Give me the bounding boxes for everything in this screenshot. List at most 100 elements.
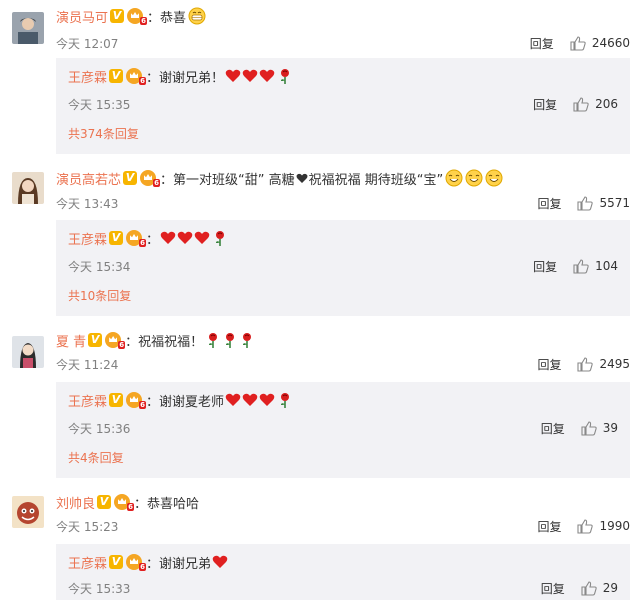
- heart-emoji-icon: [212, 555, 228, 568]
- thumbs-up-icon: [581, 420, 597, 436]
- comment-text: ：恭喜哈哈: [134, 496, 200, 512]
- heart-emoji-icon: [242, 393, 258, 406]
- reply-button[interactable]: 回复: [537, 356, 561, 373]
- comment-text-cont: 祝福祝福 期待班级“宝”: [308, 172, 444, 188]
- comment-item: 演员马可 V 6 ：恭喜 今天 12:07 回复 24660: [0, 2, 640, 55]
- like-count: 5571: [599, 196, 630, 210]
- rose-emoji-icon: [281, 393, 290, 408]
- like-button[interactable]: 24660: [570, 35, 630, 51]
- vip-crown-icon: 6: [114, 494, 135, 511]
- avatar[interactable]: [12, 12, 44, 44]
- thumbs-up-icon: [577, 356, 594, 372]
- username[interactable]: 王彦霖: [68, 553, 107, 572]
- reply-button[interactable]: 回复: [537, 195, 561, 212]
- heart-emoji-icon: [296, 173, 308, 183]
- rose-emoji-icon: [209, 333, 218, 348]
- comment-text: ：祝福祝福！: [125, 334, 204, 350]
- verified-v-icon: V: [109, 393, 124, 407]
- verified-v-icon: V: [109, 555, 124, 569]
- avatar[interactable]: [12, 172, 44, 204]
- reply-item: 王彦霖 V 6 ： 今天 15:34 回复 104: [56, 220, 630, 278]
- like-button[interactable]: 29: [581, 580, 618, 596]
- reply-time: 今天 15:36: [68, 421, 131, 436]
- comment-time: 今天 13:43: [56, 196, 119, 211]
- vip-crown-icon: 6: [126, 392, 147, 409]
- comment-time: 今天 11:24: [56, 357, 119, 372]
- rose-emoji-icon: [226, 333, 235, 348]
- comment-text: ：第一对班级“甜” 高糖: [160, 172, 295, 188]
- reply-button[interactable]: 回复: [533, 96, 557, 113]
- verified-v-icon: V: [97, 495, 112, 509]
- reply-time: 今天 15:33: [68, 581, 131, 596]
- like-count: 104: [595, 259, 618, 273]
- username[interactable]: 夏 青: [56, 331, 86, 350]
- like-button[interactable]: 2495: [577, 356, 630, 372]
- thumbs-up-icon: [570, 35, 586, 51]
- heart-emoji-icon: [242, 69, 258, 82]
- username[interactable]: 刘帅良: [56, 493, 95, 512]
- rose-emoji-icon: [216, 231, 225, 246]
- username[interactable]: 王彦霖: [68, 67, 107, 86]
- verified-v-icon: V: [109, 231, 124, 245]
- vip-crown-icon: 6: [140, 170, 161, 187]
- verified-v-icon: V: [110, 9, 125, 23]
- grin-emoji-icon: [188, 7, 206, 25]
- thumbs-up-icon: [573, 96, 589, 112]
- like-count: 29: [602, 581, 618, 595]
- thumbs-up-icon: [577, 195, 594, 211]
- reply-text: ：: [146, 232, 160, 248]
- like-count: 1990: [599, 519, 630, 533]
- rose-emoji-icon: [243, 333, 252, 348]
- thumbs-up-icon: [573, 258, 589, 274]
- smile-emoji-icon: [465, 169, 483, 187]
- like-button[interactable]: 1990: [577, 518, 630, 534]
- like-button[interactable]: 39: [581, 420, 618, 436]
- reply-button[interactable]: 回复: [541, 420, 565, 437]
- rose-emoji-icon: [281, 69, 290, 84]
- like-button[interactable]: 206: [573, 96, 618, 112]
- reply-text: ：谢谢兄弟！: [146, 70, 225, 86]
- reply-item: 王彦霖 V 6 ：谢谢夏老师 今天 15:36 回复 39: [56, 382, 630, 440]
- thumbs-up-icon: [577, 518, 594, 534]
- expand-replies-link[interactable]: 共4条回复: [56, 440, 630, 472]
- like-count: 206: [595, 97, 618, 111]
- heart-emoji-icon: [259, 69, 275, 82]
- reply-time: 今天 15:35: [68, 97, 131, 112]
- reply-button[interactable]: 回复: [533, 258, 557, 275]
- vip-crown-icon: 6: [126, 230, 147, 247]
- like-button[interactable]: 104: [573, 258, 618, 274]
- heart-emoji-icon: [194, 231, 210, 244]
- username[interactable]: 王彦霖: [68, 229, 107, 248]
- reply-text: ：谢谢兄弟: [146, 556, 212, 572]
- expand-replies-link[interactable]: 共10条回复: [56, 278, 630, 310]
- smile-emoji-icon: [485, 169, 503, 187]
- vip-crown-icon: 6: [105, 332, 126, 349]
- heart-emoji-icon: [225, 69, 241, 82]
- heart-emoji-icon: [259, 393, 275, 406]
- smile-emoji-icon: [445, 169, 463, 187]
- username[interactable]: 演员马可: [56, 7, 108, 26]
- reply-item: 王彦霖 V 6 ：谢谢兄弟 今天 15:33 回复 29: [56, 544, 630, 600]
- reply-box: 王彦霖 V 6 ：谢谢兄弟 今天 15:33 回复 29: [56, 544, 630, 600]
- reply-text: ：谢谢夏老师: [146, 394, 225, 410]
- verified-v-icon: V: [109, 69, 124, 83]
- like-count: 39: [602, 421, 618, 435]
- comment-item: 演员高若芯 V 6 ：第一对班级“甜” 高糖 祝福祝福 期待班级“宝” 今天 1…: [0, 166, 640, 215]
- heart-emoji-icon: [160, 231, 176, 244]
- reply-button[interactable]: 回复: [541, 580, 565, 597]
- like-button[interactable]: 5571: [577, 195, 630, 211]
- heart-emoji-icon: [225, 393, 241, 406]
- expand-replies-link[interactable]: 共374条回复: [56, 116, 630, 148]
- like-count: 24660: [591, 36, 630, 50]
- thumbs-up-icon: [581, 580, 597, 596]
- avatar[interactable]: [12, 336, 44, 368]
- avatar[interactable]: [12, 496, 44, 528]
- verified-v-icon: V: [88, 333, 103, 347]
- username[interactable]: 演员高若芯: [56, 169, 121, 188]
- comment-time: 今天 15:23: [56, 519, 119, 534]
- reply-button[interactable]: 回复: [530, 35, 554, 52]
- like-count: 2495: [599, 357, 630, 371]
- comment-time: 今天 12:07: [56, 36, 119, 51]
- reply-button[interactable]: 回复: [537, 518, 561, 535]
- username[interactable]: 王彦霖: [68, 391, 107, 410]
